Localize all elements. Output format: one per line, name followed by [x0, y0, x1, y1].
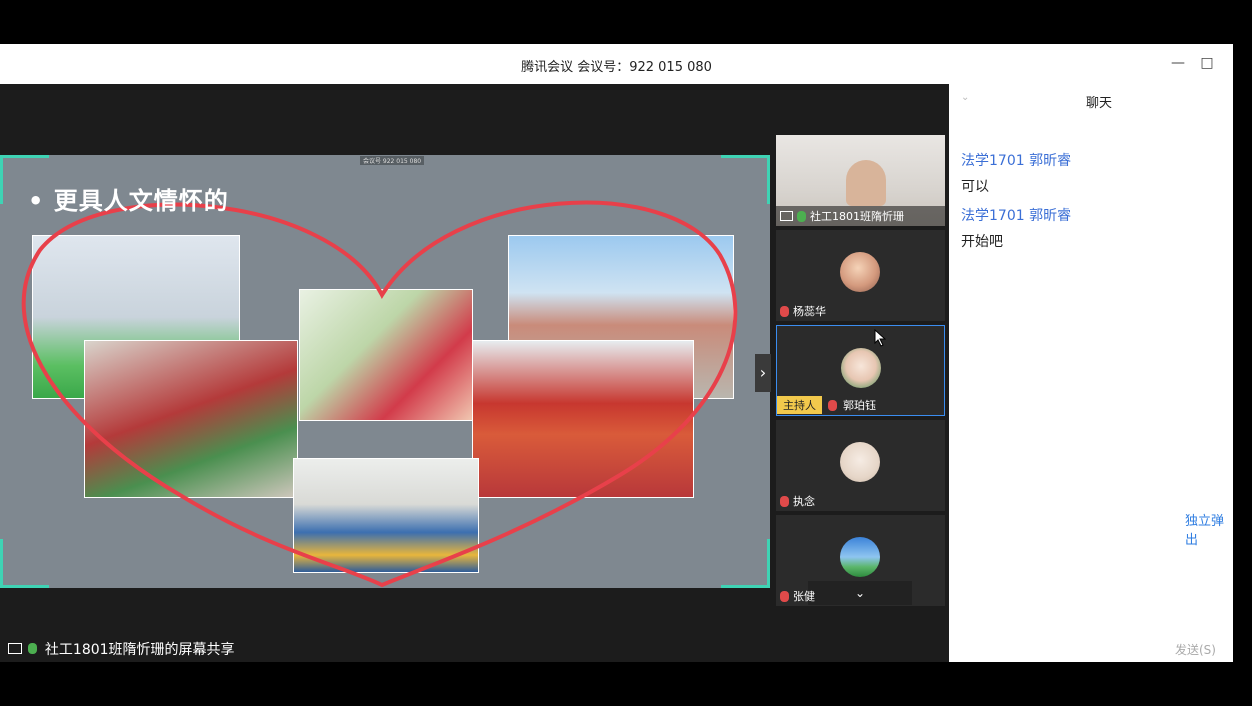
participant-tile-active[interactable]: 主持人 郭珀钰 — [776, 325, 945, 416]
participant-name: 社工1801班隋忻珊 — [810, 210, 904, 223]
mouse-cursor-icon — [874, 329, 886, 347]
host-badge: 主持人 — [777, 396, 822, 414]
send-button[interactable]: 发送(S) — [1175, 641, 1216, 658]
participant-tile[interactable]: ⌄ 张健 — [776, 515, 945, 606]
participant-name: 张健 — [793, 590, 815, 603]
chat-panel: ⌄ 聊天 法学1701 郭昕睿 可以 法学1701 郭昕睿 开始吧 独立弹出 发… — [949, 84, 1233, 662]
meeting-window: 腾讯会议 会议号：922 015 080 — □ 会议号 922 015 080… — [0, 44, 1233, 662]
title-bar: 腾讯会议 会议号：922 015 080 — □ — [0, 44, 1233, 84]
share-screen-icon — [780, 211, 793, 221]
popout-button[interactable]: 独立弹出 — [1185, 510, 1233, 548]
chevron-down-icon[interactable]: ⌄ — [808, 581, 912, 605]
avatar — [840, 537, 880, 577]
mic-muted-icon — [780, 590, 789, 602]
maximize-icon[interactable]: □ — [1199, 55, 1215, 71]
avatar — [840, 252, 880, 292]
participant-name: 执念 — [793, 495, 815, 508]
mic-muted-icon — [780, 495, 789, 507]
next-page-arrow[interactable]: › — [755, 354, 771, 392]
mic-muted-icon — [828, 399, 837, 411]
participant-video — [846, 160, 886, 206]
participant-tile[interactable]: 社工1801班隋忻珊 — [776, 135, 945, 226]
share-screen-icon — [8, 643, 22, 654]
shared-slide: 会议号 922 015 080 • 更具人文情怀的 — [0, 155, 770, 588]
mic-muted-icon — [780, 305, 789, 317]
avatar — [840, 442, 880, 482]
mic-on-icon — [28, 643, 38, 654]
mic-on-icon — [797, 210, 806, 222]
heart-outline — [21, 200, 738, 588]
slide-title: • 更具人文情怀的 — [28, 187, 229, 215]
chat-sender: 法学1701 郭昕睿 — [961, 208, 1072, 224]
chat-message: 可以 — [961, 179, 989, 195]
chat-sender: 法学1701 郭昕睿 — [961, 153, 1072, 169]
screen-share-label: 社工1801班隋忻珊的屏幕共享 — [8, 639, 235, 659]
participant-tile[interactable]: 执念 — [776, 420, 945, 511]
chat-message: 开始吧 — [961, 234, 1003, 250]
participant-name: 郭珀钰 — [843, 399, 876, 412]
avatar — [841, 348, 881, 388]
window-title: 腾讯会议 会议号：922 015 080 — [521, 60, 712, 75]
minimize-icon[interactable]: — — [1170, 55, 1186, 71]
chat-title: 聊天 — [1085, 96, 1112, 111]
participant-tile[interactable]: 杨蕊华 — [776, 230, 945, 321]
participant-name: 杨蕊华 — [793, 305, 826, 318]
screen-share-text: 社工1801班隋忻珊的屏幕共享 — [44, 642, 235, 658]
participant-list: 社工1801班隋忻珊 杨蕊华 主持人 郭珀钰 执念 ⌄ 张健 — [776, 135, 945, 611]
